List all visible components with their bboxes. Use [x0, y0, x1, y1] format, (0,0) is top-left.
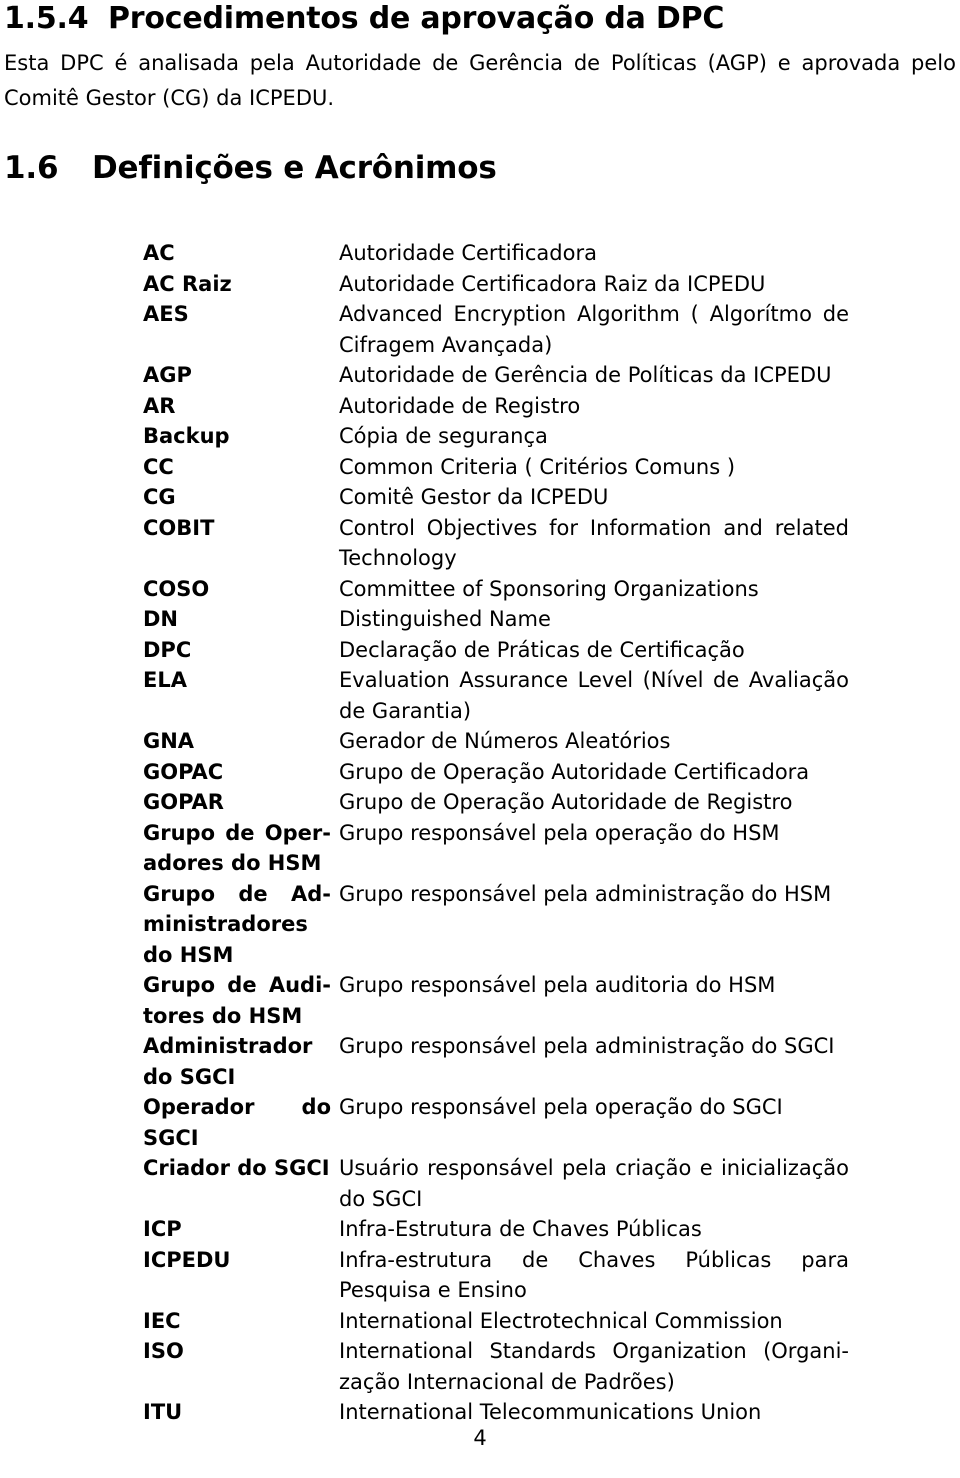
subsection-heading: 1.5.4 Procedimentos de aprovação da DPC [4, 0, 904, 38]
definition-description: Grupo responsável pela auditoria do HSM [339, 973, 776, 997]
section-title: Definições e Acrônimos [92, 150, 497, 186]
definition-description: Grupo responsável pela operação do SGCI [339, 1095, 783, 1119]
definition-description: Committee of Sponsoring Organizations [339, 576, 759, 601]
definition-row: Criador do SGCI Usuário responsável pela … [143, 1153, 849, 1214]
definition-term: AC [143, 241, 175, 265]
definition-description: Evaluation Assurance Level (Nível de Ava… [339, 668, 849, 723]
definition-description: Gerador de Números Aleatórios [339, 729, 671, 753]
definition-row: Administrador do SGCI Grupo responsável p… [143, 1031, 849, 1092]
definition-description: Autoridade de Gerência de Políticas da I… [339, 363, 832, 387]
definition-row: AR Autoridade de Registro [143, 391, 849, 422]
definition-row: GNA Gerador de Números Aleatórios [143, 726, 849, 757]
section-number: 1.6 [4, 150, 59, 186]
definition-row: Grupo de Oper­adores do HSM Grupo respons… [143, 818, 849, 879]
section-heading: 1.6 Definições e Acrônimos [4, 148, 904, 188]
definition-description: International Standards Organization (Or… [339, 1339, 849, 1394]
definition-term: COBIT [143, 515, 215, 540]
definition-row: COSO Committee of Sponsoring Organization… [143, 574, 849, 605]
definition-row: ISO International Standards Organization … [143, 1336, 849, 1397]
definition-description: Advanced Encryption Algorithm ( Algorítm… [339, 302, 849, 357]
definition-term: AGP [143, 363, 192, 387]
definition-description: Usuário responsável pela criação e inici… [339, 1156, 849, 1211]
definition-description: Autoridade de Registro [339, 393, 581, 418]
definition-description: Infra-estrutura de Chaves Públicas para … [339, 1247, 849, 1303]
definition-term: Administrador do SGCI [143, 1034, 313, 1089]
definition-description: Comitê Gestor da ICPEDU [339, 485, 609, 509]
definition-row: DN Distinguished Name [143, 604, 849, 635]
subsection-title: Procedimentos de aprovação da DPC [108, 1, 725, 36]
definition-description: Grupo de Operação Autoridade de Registro [339, 790, 793, 814]
definition-term: AES [143, 302, 189, 326]
definition-term: AR [143, 393, 176, 418]
definition-description: Distinguished Name [339, 607, 551, 631]
definition-description: Common Criteria ( Critérios Comuns ) [339, 454, 736, 479]
definition-description: Infra-Estrutura de Chaves Públicas [339, 1217, 702, 1241]
definition-row: GOPAR Grupo de Operação Autoridade de Reg… [143, 787, 849, 818]
definition-description: Control Objectives for Information and r… [339, 515, 849, 571]
definition-description: Cópia de segurança [339, 424, 548, 448]
definition-description: Grupo responsável pela operação do HSM [339, 820, 780, 845]
definition-row: Operador do SGCI Grupo responsável pela o… [143, 1092, 849, 1153]
definition-term: ICP [143, 1217, 182, 1241]
definition-row: ELA Evaluation Assurance Level (Nível de … [143, 665, 849, 726]
definition-row: ICP Infra-Estrutura de Chaves Públicas [143, 1214, 849, 1245]
definition-row: CG Comitê Gestor da ICPEDU [143, 482, 849, 513]
definition-term: DN [143, 607, 179, 631]
definition-term: ELA [143, 668, 187, 692]
definition-row: ITU International Telecommunications Unio… [143, 1397, 849, 1428]
subsection-paragraph: Esta DPC é analisada pela Autoridade de … [4, 51, 956, 110]
definition-row: COBIT Control Objectives for Information … [143, 513, 849, 574]
definition-description: Grupo responsável pela administração do … [339, 881, 832, 906]
definition-description: Grupo de Operação Autoridade Certificado… [339, 759, 810, 784]
definition-row: GOPAC Grupo de Operação Autoridade Certif… [143, 757, 849, 788]
definition-term: Grupo de Oper­adores do HSM [143, 820, 331, 876]
definition-term: Backup [143, 424, 230, 448]
definition-row: DPC Declaração de Práticas de Certificaçã… [143, 635, 849, 666]
definition-row: AGP Autoridade de Gerência de Políticas d… [143, 360, 849, 391]
definition-term: GNA [143, 729, 195, 753]
definition-description: International Electrotechnical Commissio… [339, 1308, 783, 1333]
subsection-number: 1.5.4 [4, 1, 89, 36]
document-page: 1.5.4 Procedimentos de aprovação da DPC E… [0, 0, 960, 1478]
definition-row: ICPEDU Infra-estrutura de Chaves Públicas… [143, 1245, 849, 1306]
definition-term: ICPEDU [143, 1247, 231, 1272]
definition-term: CC [143, 454, 174, 479]
definition-term: CG [143, 485, 176, 509]
definition-term: Grupo de Ad­ministradores do HSM [143, 881, 331, 967]
definition-description: Autoridade Certificadora Raiz da ICPEDU [339, 271, 766, 296]
definition-term: COSO [143, 576, 210, 601]
definition-description: Declaração de Práticas de Certificação [339, 637, 745, 662]
definition-term: Criador do SGCI [143, 1156, 330, 1180]
definition-row: Grupo de Audi­tores do HSM Grupo responsá… [143, 970, 849, 1031]
definition-term: DPC [143, 637, 192, 662]
definition-row: AC Autoridade Certificadora [143, 238, 849, 269]
definition-term: AC Raiz [143, 271, 232, 296]
definition-row: IEC International Electrotechnical Commis… [143, 1306, 849, 1337]
definition-term: GOPAR [143, 790, 224, 814]
definition-row: AC Raiz Autoridade Certificadora Raiz da … [143, 269, 849, 300]
definition-description: International Telecommunications Union [339, 1400, 762, 1424]
definition-term: ISO [143, 1339, 184, 1363]
definition-description: Autoridade Certificadora [339, 241, 597, 265]
definition-description: Grupo responsável pela administração do … [339, 1034, 835, 1058]
definition-term: Grupo de Audi­tores do HSM [143, 973, 331, 1028]
definition-row: CC Common Criteria ( Critérios Comuns ) [143, 452, 849, 483]
definition-term: GOPAC [143, 759, 224, 784]
definition-term: IEC [143, 1308, 181, 1333]
definition-term: ITU [143, 1400, 183, 1424]
definition-term: Operador do SGCI [143, 1095, 331, 1150]
definition-row: Backup Cópia de segurança [143, 421, 849, 452]
definition-row: Grupo de Ad­ministradores do HSM Grupo re… [143, 879, 849, 971]
definition-row: AES Advanced Encryption Algorithm ( Algor… [143, 299, 849, 360]
page-number: 4 [473, 1426, 487, 1450]
definitions-list: AC Autoridade Certificadora AC Raiz Autorid… [143, 238, 849, 1428]
